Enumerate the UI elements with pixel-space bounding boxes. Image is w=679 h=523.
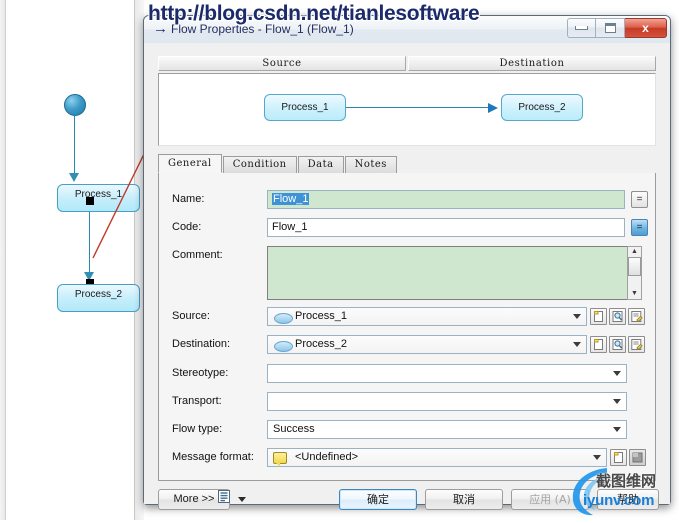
ok-button[interactable]: 确定	[339, 489, 417, 510]
preview-arrowhead-icon	[488, 103, 498, 113]
process-oval-icon	[274, 341, 293, 352]
source-combobox[interactable]: Process_1	[267, 307, 587, 326]
window-controls: x	[567, 18, 667, 38]
preview-header-row: Source Destination	[158, 56, 656, 71]
flow-preview-pane: Source Destination Process_1 Process_2	[158, 56, 656, 148]
name-input[interactable]: Flow_1	[267, 190, 625, 209]
chevron-down-icon[interactable]	[573, 342, 581, 347]
tab-notes[interactable]: Notes	[344, 156, 397, 173]
iyunv-cjk-text: 截图维网	[596, 472, 657, 490]
chevron-down-icon[interactable]	[613, 399, 621, 404]
minimize-button[interactable]	[567, 18, 596, 38]
source-find-button[interactable]	[609, 308, 626, 325]
chevron-down-icon[interactable]	[613, 427, 621, 432]
destination-create-button[interactable]	[590, 336, 607, 353]
name-input-value: Flow_1	[272, 193, 310, 205]
transport-label: Transport:	[172, 395, 222, 407]
flow-properties-dialog: → Flow Properties - Flow_1 (Flow_1) x So…	[143, 15, 671, 510]
dialog-client-area: Source Destination Process_1 Process_2 G…	[144, 43, 670, 510]
message-format-label: Message format:	[172, 451, 254, 463]
minimize-icon	[575, 26, 588, 30]
maximize-button[interactable]	[596, 18, 625, 38]
diagram-selection-handle[interactable]	[86, 197, 94, 205]
comment-textarea[interactable]	[267, 246, 627, 300]
destination-header-button[interactable]: Destination	[408, 56, 656, 71]
diagram-process-1[interactable]: Process_1	[57, 184, 140, 212]
close-button[interactable]: x	[625, 18, 667, 38]
stereotype-label: Stereotype:	[172, 367, 229, 379]
scroll-down-icon[interactable]: ▼	[631, 289, 638, 299]
preview-destination-process[interactable]: Process_2	[501, 94, 583, 121]
scroll-up-icon[interactable]: ▲	[631, 247, 638, 257]
stereotype-combobox[interactable]	[267, 364, 627, 383]
tab-data[interactable]: Data	[297, 156, 344, 173]
maximize-icon	[604, 23, 616, 33]
destination-find-button[interactable]	[609, 336, 626, 353]
iyunv-logo-text: iyunv.com	[583, 492, 655, 509]
source-header-button[interactable]: Source	[158, 56, 406, 71]
chevron-down-icon[interactable]	[573, 314, 581, 319]
flow-type-value: Success	[273, 423, 315, 435]
message-format-icon	[273, 452, 287, 467]
property-tabs: General Condition Data Notes	[158, 154, 656, 173]
csdn-watermark-url: http://blog.csdn.net/tianlesoftware	[148, 2, 480, 25]
diagram-arrowhead-1	[69, 173, 79, 182]
preview-source-process[interactable]: Process_1	[264, 94, 346, 121]
destination-label: Destination:	[172, 338, 231, 350]
comment-label: Comment:	[172, 249, 223, 261]
message-format-combobox[interactable]: <Undefined>	[267, 448, 607, 467]
iyunv-watermark: 截图维网 iyunv.com	[565, 462, 679, 520]
source-create-button[interactable]	[590, 308, 607, 325]
process-oval-icon	[274, 313, 293, 324]
code-equals-button[interactable]: =	[631, 219, 648, 236]
code-input-value: Flow_1	[272, 221, 308, 233]
tab-condition[interactable]: Condition	[222, 156, 297, 173]
preview-flow-link	[346, 107, 496, 108]
destination-value: Process_2	[295, 338, 347, 350]
name-equals-button[interactable]: =	[631, 191, 648, 208]
destination-properties-button[interactable]	[628, 336, 645, 353]
diagram-link-process1-to-process2[interactable]	[89, 212, 90, 275]
general-tab-panel: Name: Flow_1 = Code: Flow_1 = Comment: ▲	[158, 173, 656, 481]
report-list-icon[interactable]	[218, 490, 231, 504]
preview-canvas[interactable]: Process_1 Process_2	[158, 73, 656, 146]
diagram-link-start-to-process1[interactable]	[74, 113, 75, 175]
code-input[interactable]: Flow_1	[267, 218, 625, 237]
diagram-process-2[interactable]: Process_2	[57, 284, 140, 312]
close-icon: x	[642, 21, 649, 35]
comment-scrollbar[interactable]: ▲ ▼	[627, 246, 642, 300]
destination-combobox[interactable]: Process_2	[267, 335, 587, 354]
message-format-value: <Undefined>	[295, 451, 358, 463]
code-label: Code:	[172, 221, 202, 233]
name-label: Name:	[172, 193, 205, 205]
tab-general[interactable]: General	[158, 154, 222, 173]
diagram-start-node[interactable]	[64, 94, 86, 116]
flow-type-label: Flow type:	[172, 423, 223, 435]
source-properties-button[interactable]	[628, 308, 645, 325]
source-value: Process_1	[295, 310, 347, 322]
transport-combobox[interactable]	[267, 392, 627, 411]
source-label: Source:	[172, 310, 210, 322]
chevron-down-icon[interactable]	[613, 371, 621, 376]
flow-type-combobox[interactable]: Success	[267, 420, 627, 439]
report-dropdown-arrow-icon[interactable]	[238, 497, 246, 502]
chevron-down-icon[interactable]	[593, 455, 601, 460]
canvas-left-gutter	[0, 0, 6, 520]
cancel-button[interactable]: 取消	[425, 489, 503, 510]
scrollbar-thumb[interactable]	[628, 256, 641, 276]
